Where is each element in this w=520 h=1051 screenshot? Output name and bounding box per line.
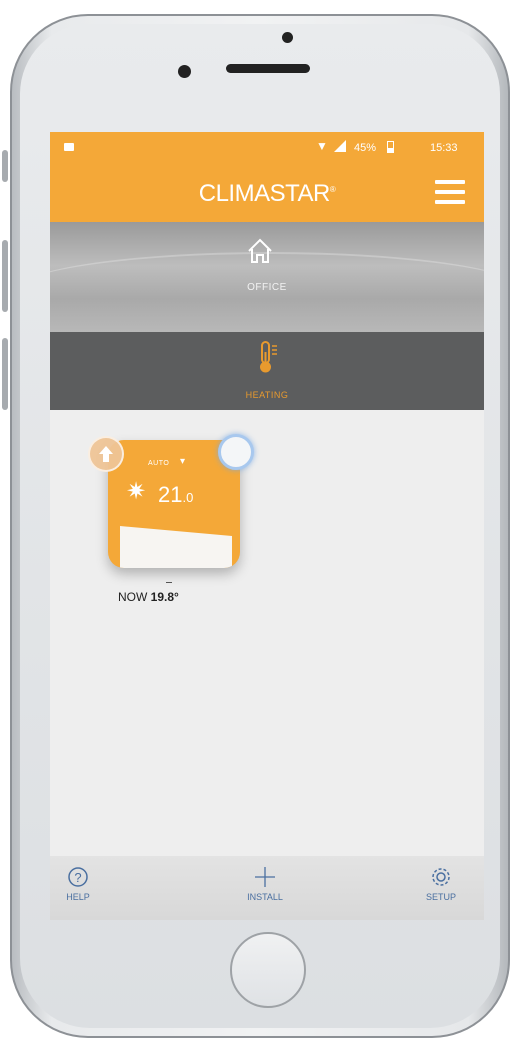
wifi-icon: ▼ xyxy=(316,139,328,153)
temperature-graph xyxy=(120,526,232,568)
earpiece-speaker xyxy=(226,64,310,73)
help-icon: ? xyxy=(68,867,88,887)
bottom-nav: ? HELP INSTALL SETUP xyxy=(50,856,484,920)
install-label: INSTALL xyxy=(247,892,283,902)
battery-icon xyxy=(387,141,394,153)
home-button[interactable] xyxy=(230,932,306,1008)
app-screen: ▼ 45% 15:33 CLIMASTAR® OFFICE HEATING AU… xyxy=(50,132,484,920)
arrow-up-icon xyxy=(99,446,113,462)
setup-label: SETUP xyxy=(425,892,456,902)
svg-text:?: ? xyxy=(74,870,81,885)
sun-icon: ✷ xyxy=(126,478,147,505)
thermometer-icon xyxy=(260,341,277,373)
status-bar: ▼ 45% 15:33 xyxy=(50,132,484,162)
mode-badge: AUTO xyxy=(148,460,170,467)
device-list: AUTO ▾ ✷ 21.0 NOW 19.8° xyxy=(50,410,484,856)
image-notification-icon xyxy=(64,143,74,151)
device-toggle[interactable] xyxy=(218,434,254,470)
boost-arrow-button[interactable] xyxy=(88,436,124,472)
volume-down-button xyxy=(2,338,8,410)
setpoint-temperature: 21.0 xyxy=(158,482,194,507)
setup-button[interactable]: SETUP xyxy=(416,866,466,902)
gear-icon xyxy=(432,868,450,886)
current-temperature: NOW 19.8° xyxy=(118,590,179,604)
front-camera xyxy=(282,32,293,43)
install-button[interactable]: INSTALL xyxy=(235,866,295,902)
mode-label: HEATING xyxy=(245,390,289,400)
brand-logo: CLIMASTAR® xyxy=(198,180,336,207)
app-header: CLIMASTAR® xyxy=(50,162,484,222)
location-selector[interactable]: OFFICE xyxy=(50,222,484,332)
volume-up-button xyxy=(2,240,8,312)
help-button[interactable]: ? HELP xyxy=(58,866,98,902)
mode-tab-heating[interactable]: HEATING xyxy=(50,332,484,410)
battery-percent: 45% xyxy=(354,142,377,154)
location-name: OFFICE xyxy=(247,282,287,293)
wifi-icon: ▾ xyxy=(180,456,186,467)
divider xyxy=(166,582,172,583)
hamburger-menu-icon[interactable] xyxy=(435,180,465,204)
mute-switch xyxy=(2,150,8,182)
help-label: HELP xyxy=(66,892,90,902)
clock: 15:33 xyxy=(430,142,458,154)
sensor xyxy=(178,65,191,78)
signal-icon xyxy=(334,140,346,152)
plus-icon xyxy=(255,867,275,887)
house-icon xyxy=(248,238,272,263)
